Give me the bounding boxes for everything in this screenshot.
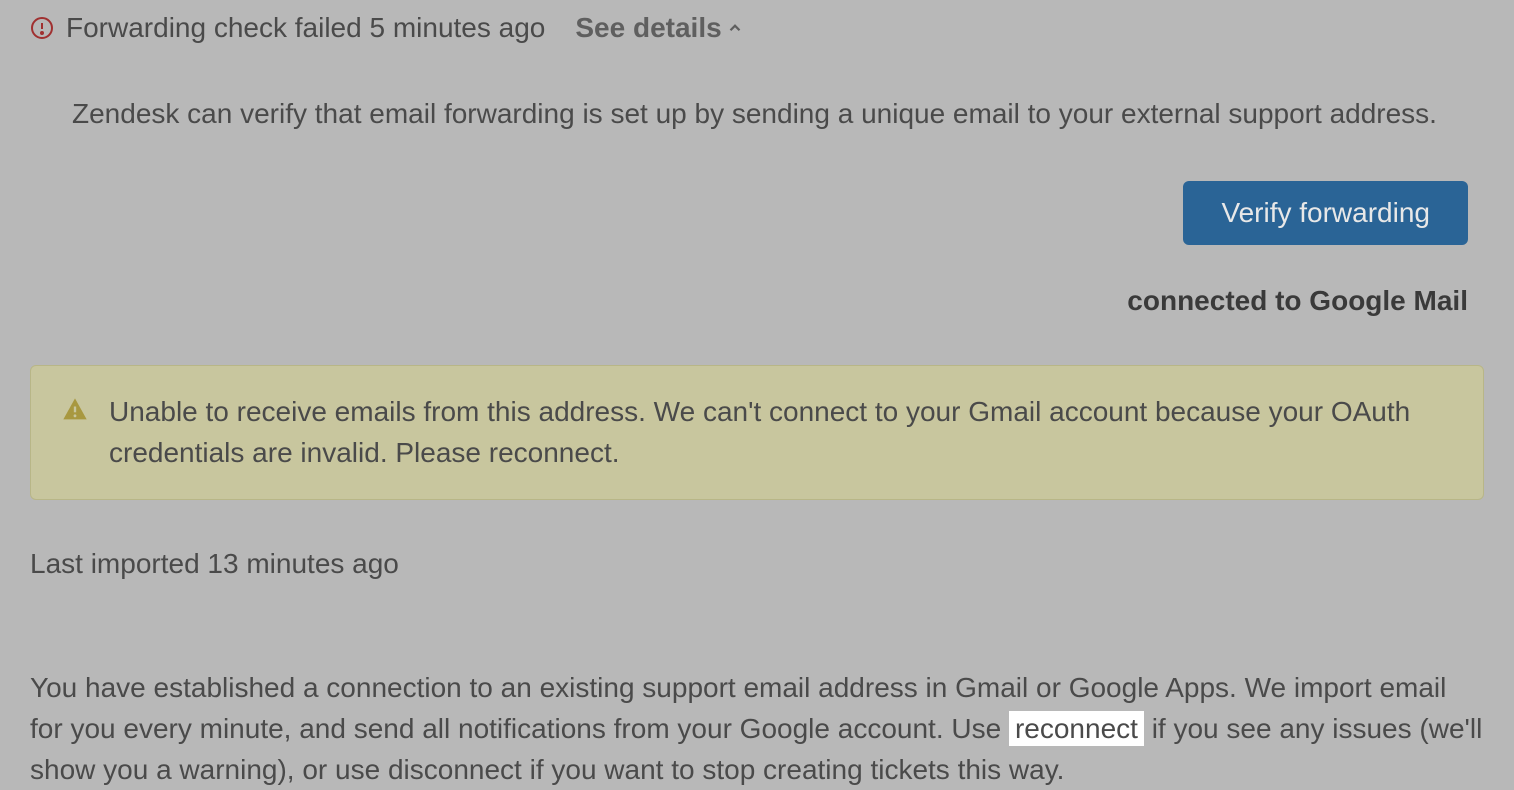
connection-status: connected to Google Mail <box>1127 285 1468 317</box>
warning-alert: Unable to receive emails from this addre… <box>30 365 1484 500</box>
forwarding-status-row: Forwarding check failed 5 minutes ago Se… <box>30 0 1484 52</box>
see-details-label: See details <box>575 12 721 44</box>
see-details-toggle[interactable]: See details <box>575 12 743 44</box>
warning-icon <box>61 396 89 424</box>
forwarding-status-text: Forwarding check failed 5 minutes ago <box>66 12 545 44</box>
last-imported-text: Last imported 13 minutes ago <box>30 500 1484 580</box>
chevron-up-icon <box>726 19 744 37</box>
warning-message: Unable to receive emails from this addre… <box>109 392 1453 473</box>
verify-forwarding-button[interactable]: Verify forwarding <box>1183 181 1468 245</box>
reconnect-link[interactable]: reconnect <box>1009 711 1144 746</box>
error-icon <box>30 16 54 40</box>
verify-description: Zendesk can verify that email forwarding… <box>30 52 1484 133</box>
connection-info: You have established a connection to an … <box>30 580 1484 790</box>
